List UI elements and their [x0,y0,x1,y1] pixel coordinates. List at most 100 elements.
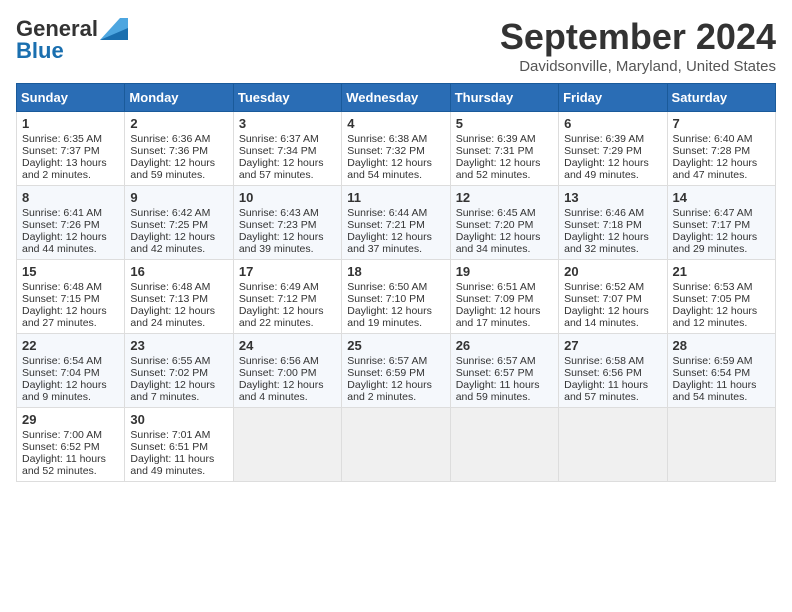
daylight-label: Daylight: 12 hours and 39 minutes. [239,231,324,255]
sunrise-label: Sunrise: 6:35 AM [22,133,102,145]
sunset-label: Sunset: 7:05 PM [673,293,751,305]
sunrise-label: Sunrise: 6:57 AM [456,355,536,367]
day-number: 5 [456,116,553,131]
day-number: 25 [347,338,444,353]
sunrise-label: Sunrise: 6:53 AM [673,281,753,293]
calendar-cell: 18 Sunrise: 6:50 AM Sunset: 7:10 PM Dayl… [342,260,450,334]
page-header: General Blue September 2024 Davidsonvill… [16,16,776,75]
sunrise-label: Sunrise: 6:46 AM [564,207,644,219]
sunrise-label: Sunrise: 6:43 AM [239,207,319,219]
logo-blue-text: Blue [16,38,64,64]
daylight-label: Daylight: 12 hours and 52 minutes. [456,157,541,181]
weekday-header-friday: Friday [559,84,667,112]
day-number: 3 [239,116,336,131]
calendar-week-4: 22 Sunrise: 6:54 AM Sunset: 7:04 PM Dayl… [17,334,776,408]
weekday-header-thursday: Thursday [450,84,558,112]
day-number: 29 [22,412,119,427]
sunrise-label: Sunrise: 6:48 AM [130,281,210,293]
sunset-label: Sunset: 7:18 PM [564,219,642,231]
sunset-label: Sunset: 7:26 PM [22,219,100,231]
sunset-label: Sunset: 7:21 PM [347,219,425,231]
calendar-cell [450,408,558,482]
daylight-label: Daylight: 12 hours and 34 minutes. [456,231,541,255]
day-number: 9 [130,190,227,205]
daylight-label: Daylight: 12 hours and 22 minutes. [239,305,324,329]
calendar-cell [233,408,341,482]
calendar-week-5: 29 Sunrise: 7:00 AM Sunset: 6:52 PM Dayl… [17,408,776,482]
sunset-label: Sunset: 7:17 PM [673,219,751,231]
sunset-label: Sunset: 6:52 PM [22,441,100,453]
daylight-label: Daylight: 12 hours and 29 minutes. [673,231,758,255]
sunrise-label: Sunrise: 6:58 AM [564,355,644,367]
daylight-label: Daylight: 12 hours and 9 minutes. [22,379,107,403]
sunrise-label: Sunrise: 6:44 AM [347,207,427,219]
sunset-label: Sunset: 6:51 PM [130,441,208,453]
sunset-label: Sunset: 7:23 PM [239,219,317,231]
day-number: 24 [239,338,336,353]
sunrise-label: Sunrise: 6:45 AM [456,207,536,219]
daylight-label: Daylight: 12 hours and 59 minutes. [130,157,215,181]
day-number: 21 [673,264,770,279]
sunset-label: Sunset: 7:31 PM [456,145,534,157]
calendar-cell: 20 Sunrise: 6:52 AM Sunset: 7:07 PM Dayl… [559,260,667,334]
calendar-cell: 21 Sunrise: 6:53 AM Sunset: 7:05 PM Dayl… [667,260,775,334]
calendar-cell: 2 Sunrise: 6:36 AM Sunset: 7:36 PM Dayli… [125,112,233,186]
sunset-label: Sunset: 6:54 PM [673,367,751,379]
daylight-label: Daylight: 11 hours and 59 minutes. [456,379,540,403]
calendar-cell: 15 Sunrise: 6:48 AM Sunset: 7:15 PM Dayl… [17,260,125,334]
day-number: 2 [130,116,227,131]
sunrise-label: Sunrise: 6:41 AM [22,207,102,219]
day-number: 15 [22,264,119,279]
calendar-cell: 3 Sunrise: 6:37 AM Sunset: 7:34 PM Dayli… [233,112,341,186]
location: Davidsonville, Maryland, United States [500,58,776,75]
daylight-label: Daylight: 12 hours and 54 minutes. [347,157,432,181]
calendar-cell: 17 Sunrise: 6:49 AM Sunset: 7:12 PM Dayl… [233,260,341,334]
weekday-header-tuesday: Tuesday [233,84,341,112]
sunrise-label: Sunrise: 6:37 AM [239,133,319,145]
calendar-cell: 27 Sunrise: 6:58 AM Sunset: 6:56 PM Dayl… [559,334,667,408]
daylight-label: Daylight: 12 hours and 49 minutes. [564,157,649,181]
sunrise-label: Sunrise: 6:51 AM [456,281,536,293]
logo-icon [100,18,128,40]
day-number: 6 [564,116,661,131]
calendar-week-1: 1 Sunrise: 6:35 AM Sunset: 7:37 PM Dayli… [17,112,776,186]
sunset-label: Sunset: 7:15 PM [22,293,100,305]
calendar-week-2: 8 Sunrise: 6:41 AM Sunset: 7:26 PM Dayli… [17,186,776,260]
sunset-label: Sunset: 7:09 PM [456,293,534,305]
day-number: 10 [239,190,336,205]
sunset-label: Sunset: 7:12 PM [239,293,317,305]
calendar-cell: 14 Sunrise: 6:47 AM Sunset: 7:17 PM Dayl… [667,186,775,260]
day-number: 19 [456,264,553,279]
calendar-cell: 4 Sunrise: 6:38 AM Sunset: 7:32 PM Dayli… [342,112,450,186]
sunset-label: Sunset: 7:29 PM [564,145,642,157]
sunrise-label: Sunrise: 6:57 AM [347,355,427,367]
day-number: 8 [22,190,119,205]
calendar-cell: 12 Sunrise: 6:45 AM Sunset: 7:20 PM Dayl… [450,186,558,260]
calendar-cell: 25 Sunrise: 6:57 AM Sunset: 6:59 PM Dayl… [342,334,450,408]
weekday-header-row: SundayMondayTuesdayWednesdayThursdayFrid… [17,84,776,112]
calendar-cell: 1 Sunrise: 6:35 AM Sunset: 7:37 PM Dayli… [17,112,125,186]
sunset-label: Sunset: 7:34 PM [239,145,317,157]
day-number: 26 [456,338,553,353]
sunset-label: Sunset: 6:56 PM [564,367,642,379]
sunrise-label: Sunrise: 7:00 AM [22,429,102,441]
day-number: 13 [564,190,661,205]
calendar-cell: 16 Sunrise: 6:48 AM Sunset: 7:13 PM Dayl… [125,260,233,334]
sunrise-label: Sunrise: 6:39 AM [456,133,536,145]
sunset-label: Sunset: 7:28 PM [673,145,751,157]
sunset-label: Sunset: 6:59 PM [347,367,425,379]
sunrise-label: Sunrise: 6:48 AM [22,281,102,293]
sunset-label: Sunset: 7:02 PM [130,367,208,379]
sunrise-label: Sunrise: 7:01 AM [130,429,210,441]
weekday-header-saturday: Saturday [667,84,775,112]
daylight-label: Daylight: 12 hours and 19 minutes. [347,305,432,329]
day-number: 1 [22,116,119,131]
calendar-week-3: 15 Sunrise: 6:48 AM Sunset: 7:15 PM Dayl… [17,260,776,334]
calendar-cell: 24 Sunrise: 6:56 AM Sunset: 7:00 PM Dayl… [233,334,341,408]
sunrise-label: Sunrise: 6:47 AM [673,207,753,219]
sunset-label: Sunset: 7:07 PM [564,293,642,305]
calendar-cell: 23 Sunrise: 6:55 AM Sunset: 7:02 PM Dayl… [125,334,233,408]
sunrise-label: Sunrise: 6:39 AM [564,133,644,145]
sunset-label: Sunset: 7:25 PM [130,219,208,231]
calendar-cell: 19 Sunrise: 6:51 AM Sunset: 7:09 PM Dayl… [450,260,558,334]
